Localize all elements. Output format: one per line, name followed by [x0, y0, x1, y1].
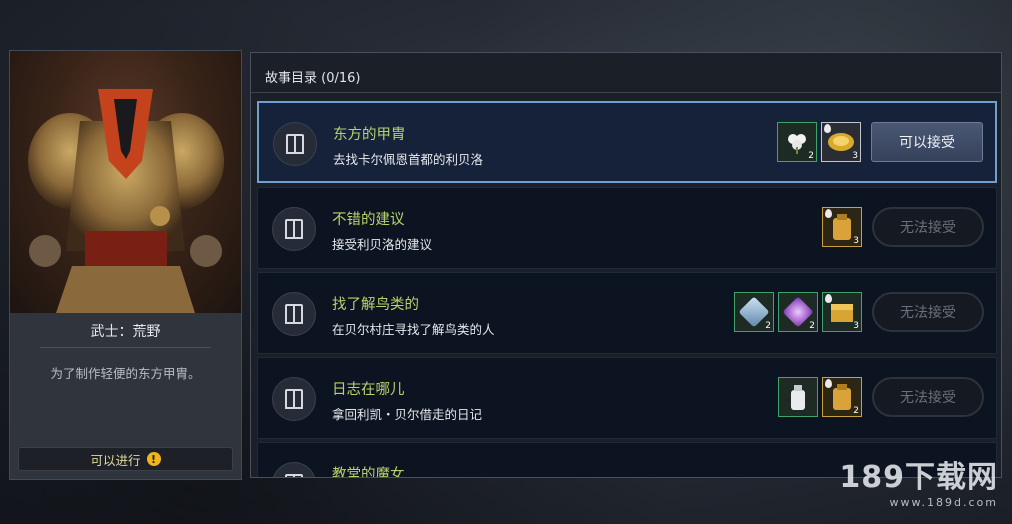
gold-coin-icon[interactable]: 3: [821, 122, 861, 162]
quest-door-icon: [272, 377, 316, 421]
quest-door-icon: [273, 122, 317, 166]
unavailable-quest-button[interactable]: 无法接受: [872, 292, 984, 332]
reward-count: 3: [852, 151, 858, 161]
samurai-armor-image: [28, 89, 224, 313]
drop-icon: [824, 124, 831, 133]
quest-description: 接受利贝洛的建议: [332, 237, 433, 252]
exclamation-icon: !: [146, 452, 161, 466]
crystal-shard-icon[interactable]: 2: [734, 292, 774, 332]
npc-description: 为了制作轻便的东方甲胄。: [50, 366, 201, 381]
accept-quest-button[interactable]: 可以接受: [871, 122, 983, 162]
reward-count: 2: [853, 406, 859, 416]
watermark-main: 189下载网: [839, 460, 998, 495]
gold-bag-icon[interactable]: 3: [822, 207, 862, 247]
reward-list: 3: [822, 207, 862, 247]
quest-title: 不错的建议: [332, 212, 405, 228]
reward-count: 2: [809, 321, 815, 331]
reward-count: 3: [853, 321, 859, 331]
divider: [251, 92, 1001, 93]
watermark-url: www.189d.com: [889, 496, 998, 509]
reward-list: 2: [778, 377, 862, 417]
reward-list: 2 2 3: [734, 292, 862, 332]
unavailable-quest-button[interactable]: 无法接受: [872, 377, 984, 417]
quest-door-icon: [272, 292, 316, 336]
quest-description: 去找卡尔佩恩首都的利贝洛: [333, 152, 484, 167]
quest-row[interactable]: 不错的建议 接受利贝洛的建议 3 无法接受: [257, 187, 997, 269]
quest-row[interactable]: 找了解鸟类的 在贝尔村庄寻找了解鸟类的人 2 2 3 无法接受: [257, 272, 997, 354]
gold-bag-icon[interactable]: 2: [822, 377, 862, 417]
drop-icon: [825, 294, 832, 303]
quest-row[interactable]: 日志在哪儿 拿回利凯・贝尔借走的日记 2 无法接受: [257, 357, 997, 439]
quest-door-icon: [272, 207, 316, 251]
npc-card: 武士：荒野 为了制作轻便的东方甲胄。 可以进行 !: [9, 50, 242, 480]
milk-can-icon[interactable]: [778, 377, 818, 417]
drop-icon: [825, 379, 832, 388]
unavailable-quest-button[interactable]: 无法接受: [872, 207, 984, 247]
reward-list: 2 3: [777, 122, 861, 162]
panel-title: 故事目录 (0/16): [265, 71, 361, 86]
npc-portrait: [10, 51, 241, 313]
npc-status-label: 可以进行: [90, 452, 141, 468]
quest-title: 教堂的魔女: [332, 467, 405, 478]
quest-title: 找了解鸟类的: [332, 297, 419, 313]
reward-count: 3: [853, 236, 859, 246]
reward-count: 2: [765, 321, 771, 331]
quest-description: 在贝尔村庄寻找了解鸟类的人: [332, 322, 495, 337]
purple-gem-icon[interactable]: 2: [778, 292, 818, 332]
quest-title: 日志在哪儿: [332, 382, 405, 398]
npc-name: 武士：荒野: [90, 324, 161, 340]
quest-title: 东方的甲胄: [333, 127, 406, 143]
cotton-flower-icon[interactable]: 2: [777, 122, 817, 162]
watermark: 189下载网 www.189d.com: [839, 452, 998, 509]
reward-count: 2: [808, 151, 814, 161]
quest-row[interactable]: 东方的甲胄 去找卡尔佩恩首都的利贝洛 2 3 可以接受: [257, 101, 997, 183]
story-panel: 故事目录 (0/16) 东方的甲胄 去找卡尔佩恩首都的利贝洛 2 3 可以接受: [250, 52, 1002, 478]
npc-status-button[interactable]: 可以进行 !: [18, 447, 233, 471]
drop-icon: [825, 209, 832, 218]
quest-door-icon: [272, 462, 316, 477]
quest-description: 拿回利凯・贝尔借走的日记: [332, 407, 483, 422]
divider: [40, 347, 211, 348]
gold-chest-icon[interactable]: 3: [822, 292, 862, 332]
